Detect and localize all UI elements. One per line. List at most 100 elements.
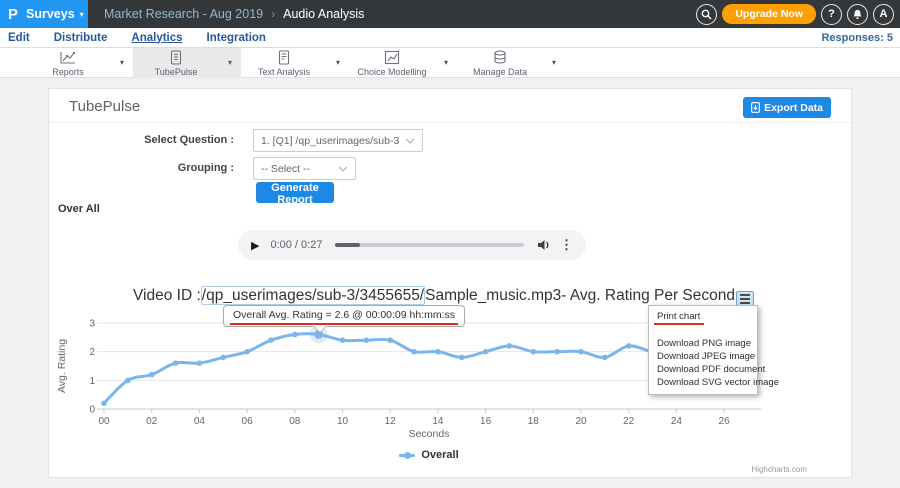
highcharts-credits[interactable]: Highcharts.com: [751, 465, 807, 474]
tool-reports[interactable]: Reports ▾: [25, 48, 133, 78]
upgrade-now-button[interactable]: Upgrade Now: [722, 4, 816, 24]
audio-player[interactable]: ▶ 0:00 / 0:27 ⋮: [238, 230, 586, 260]
svg-text:22: 22: [623, 416, 635, 427]
annotation-underline: [654, 323, 704, 325]
divider: [49, 122, 851, 123]
tool-tubepulse[interactable]: TubePulse ▾: [133, 48, 241, 78]
caret-down-icon[interactable]: ▾: [336, 58, 340, 67]
nav-item-analytics[interactable]: Analytics: [131, 32, 182, 44]
player-played-segment: [335, 243, 360, 247]
svg-text:18: 18: [528, 416, 540, 427]
tool-choice-modelling[interactable]: Choice Modelling ▾: [349, 48, 457, 78]
svg-text:3: 3: [89, 319, 95, 330]
svg-text:12: 12: [385, 416, 397, 427]
tool-label: TubePulse: [133, 67, 219, 77]
player-time: 0:00 / 0:27: [270, 239, 322, 251]
select-question-dropdown[interactable]: 1. [Q1] /qp_userimages/sub-3/3455655/S..…: [253, 129, 423, 152]
svg-text:Avg. Rating: Avg. Rating: [56, 339, 68, 393]
legend-overall[interactable]: Overall: [49, 449, 809, 461]
legend-marker-icon: [399, 454, 415, 457]
svg-text:06: 06: [242, 416, 254, 427]
svg-text:00: 00: [98, 416, 110, 427]
play-button[interactable]: ▶: [251, 239, 259, 252]
menu-item-print-chart[interactable]: Print chart: [649, 310, 757, 323]
text-analysis-icon: [241, 50, 327, 65]
export-data-label: Export Data: [764, 102, 823, 114]
tool-strip: Reports ▾ TubePulse ▾ Text Analysis ▾: [25, 48, 565, 78]
database-icon: [457, 50, 543, 65]
caret-down-icon[interactable]: ▾: [228, 58, 232, 67]
questionpro-logo-icon: P: [8, 6, 18, 23]
analytics-toolbar: Reports ▾ TubePulse ▾ Text Analysis ▾: [0, 48, 900, 78]
grouping-value: -- Select --: [261, 163, 332, 175]
menu-item-download-pdf[interactable]: Download PDF document: [649, 363, 757, 376]
select-question-label: Select Question :: [89, 134, 234, 146]
grouping-dropdown[interactable]: -- Select --: [253, 157, 356, 180]
grouping-label: Grouping :: [89, 162, 234, 174]
svg-text:10: 10: [337, 416, 349, 427]
svg-text:2: 2: [89, 347, 95, 358]
svg-text:20: 20: [575, 416, 587, 427]
tool-label: Reports: [25, 67, 111, 77]
menu-item-download-jpeg[interactable]: Download JPEG image: [649, 350, 757, 363]
breadcrumb-parent[interactable]: Market Research - Aug 2019: [104, 7, 263, 21]
tool-manage-data[interactable]: Manage Data ▾: [457, 48, 565, 78]
breadcrumb: Market Research - Aug 2019 › Audio Analy…: [104, 0, 364, 28]
choice-modelling-icon: [349, 50, 435, 65]
svg-text:04: 04: [194, 416, 206, 427]
annotation-underline: [230, 323, 458, 326]
tool-label: Text Analysis: [241, 67, 327, 77]
svg-text:08: 08: [289, 416, 301, 427]
main-nav: Edit Distribute Analytics Integration Re…: [0, 28, 900, 48]
caret-down-icon[interactable]: ▾: [444, 58, 448, 67]
menu-item-download-png[interactable]: Download PNG image: [649, 337, 757, 350]
chevron-down-icon: ▾: [80, 10, 84, 19]
hamburger-icon: [740, 294, 750, 296]
chart-tooltip: Overall Avg. Rating = 2.6 @ 00:00:09 hh:…: [223, 305, 465, 327]
caret-down-icon[interactable]: ▾: [120, 58, 124, 67]
help-button[interactable]: ?: [821, 4, 842, 25]
tool-label: Manage Data: [457, 67, 543, 77]
notifications-bell-icon[interactable]: [847, 4, 868, 25]
responses-count[interactable]: Responses: 5: [821, 32, 893, 44]
chevron-down-icon: [405, 138, 415, 144]
tool-label: Choice Modelling: [349, 67, 435, 77]
top-bar: P Surveys ▾ Market Research - Aug 2019 ›…: [0, 0, 900, 28]
svg-text:14: 14: [432, 416, 444, 427]
caret-down-icon[interactable]: ▾: [552, 58, 556, 67]
search-icon[interactable]: [696, 4, 717, 25]
avatar[interactable]: A: [873, 4, 894, 25]
generate-report-button[interactable]: Generate Report: [256, 182, 334, 203]
volume-icon[interactable]: [537, 239, 551, 251]
breadcrumb-current: Audio Analysis: [283, 7, 364, 21]
tool-text-analysis[interactable]: Text Analysis ▾: [241, 48, 349, 78]
nav-item-edit[interactable]: Edit: [8, 32, 30, 44]
kebab-menu-icon[interactable]: ⋮: [560, 237, 573, 253]
select-question-value: 1. [Q1] /qp_userimages/sub-3/3455655/S..…: [261, 135, 399, 147]
menu-item-download-svg[interactable]: Download SVG vector image: [649, 376, 757, 389]
app-screen: P Surveys ▾ Market Research - Aug 2019 ›…: [0, 0, 900, 488]
product-switcher[interactable]: P Surveys ▾: [0, 0, 88, 28]
svg-text:1: 1: [89, 376, 95, 387]
page-title: TubePulse: [69, 98, 140, 115]
breadcrumb-separator: ›: [271, 7, 275, 21]
svg-text:24: 24: [671, 416, 683, 427]
search-icon-glyph: [701, 9, 712, 20]
svg-text:0: 0: [89, 405, 95, 416]
tooltip-text: Overall Avg. Rating = 2.6 @ 00:00:09 hh:…: [233, 309, 455, 321]
tubepulse-panel: TubePulse Export Data Select Question : …: [48, 88, 852, 478]
tubepulse-icon: [133, 50, 219, 65]
product-name: Surveys: [26, 7, 75, 21]
nav-item-distribute[interactable]: Distribute: [54, 32, 108, 44]
svg-text:02: 02: [146, 416, 158, 427]
chart-context-menu: Print chart Download PNG image Download …: [648, 305, 758, 395]
nav-item-integration[interactable]: Integration: [207, 32, 266, 44]
legend-label: Overall: [421, 449, 458, 461]
svg-text:16: 16: [480, 416, 492, 427]
export-data-button[interactable]: Export Data: [743, 97, 831, 118]
player-seek-bar[interactable]: [335, 243, 524, 247]
export-file-icon: [751, 102, 760, 113]
chevron-down-icon: [338, 166, 348, 172]
x-axis-title: Seconds: [49, 428, 809, 440]
overall-section-label: Over All: [58, 203, 100, 215]
